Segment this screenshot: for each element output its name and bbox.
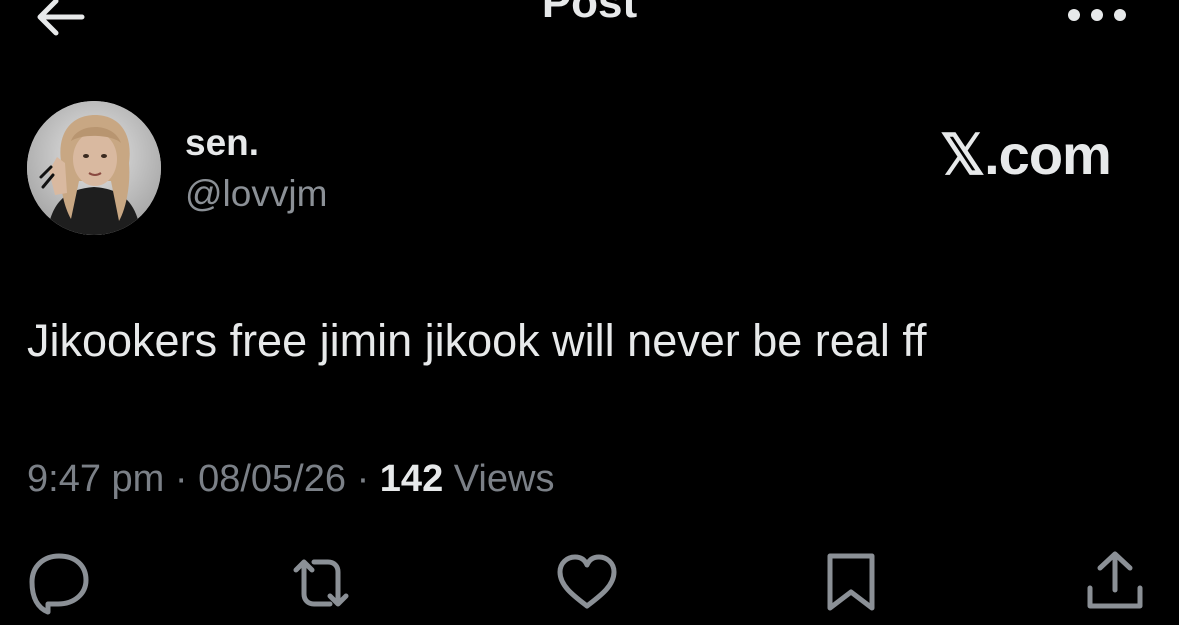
reply-icon [29, 553, 89, 615]
action-bar [0, 548, 1179, 618]
meta-separator: · [356, 458, 370, 500]
avatar[interactable] [27, 101, 161, 235]
bookmark-button[interactable] [816, 548, 886, 618]
reply-button[interactable] [24, 548, 94, 618]
bookmark-icon [827, 553, 875, 611]
post-time[interactable]: 9:47 pm [27, 458, 164, 500]
share-icon [1087, 551, 1143, 609]
author-handle[interactable]: @lovvjm [185, 173, 327, 215]
profile-photo [27, 101, 161, 235]
like-button[interactable] [552, 548, 622, 618]
like-icon [557, 554, 617, 609]
x-com-watermark: 𝕏.com [940, 123, 1112, 186]
more-button[interactable] [1062, 0, 1132, 35]
more-horizontal-icon [1068, 9, 1126, 21]
top-navigation-bar: Post [0, 0, 1179, 60]
author-display-name[interactable]: sen. [185, 122, 259, 164]
page-title: Post [541, 0, 638, 27]
repost-icon [293, 559, 349, 607]
meta-separator: · [174, 458, 188, 500]
post-meta: 9:47 pm · 08/05/26 · 142 Views [27, 458, 554, 501]
views-label: Views [453, 458, 555, 500]
views-count: 142 [379, 458, 444, 500]
repost-button[interactable] [286, 548, 356, 618]
post-date[interactable]: 08/05/26 [198, 458, 346, 500]
share-button[interactable] [1080, 548, 1150, 618]
post-text: Jikookers free jimin jikook will never b… [27, 315, 927, 366]
